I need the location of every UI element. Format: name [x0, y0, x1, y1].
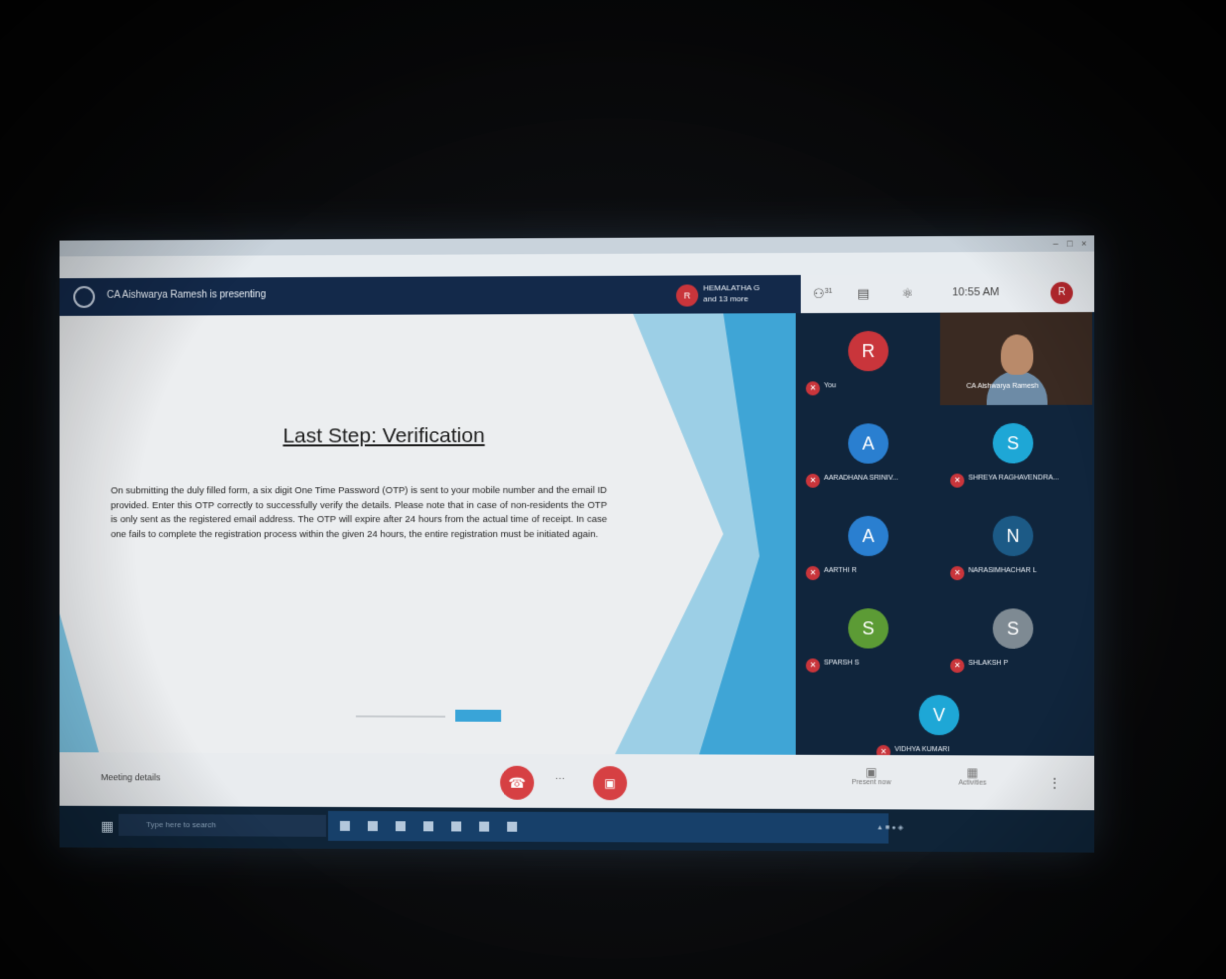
participant-tile[interactable]: R ✕ You [798, 317, 939, 406]
participant-name: AARTHI R [823, 567, 857, 575]
taskbar-apps [328, 810, 889, 844]
monitor-screen: – □ × CA Aishwarya Ramesh is presenting … [59, 235, 1095, 853]
participant-name: SPARSH S [823, 659, 860, 667]
raised-hand-text[interactable]: HEMALATHA G and 13 more [703, 282, 760, 304]
minimize-icon[interactable]: – [1049, 236, 1063, 252]
mic-off-icon: ✕ [950, 658, 965, 673]
presenter-status: CA Aishwarya Ramesh is presenting [106, 289, 266, 301]
participant-name: NARASIMHACHAR L [968, 567, 1037, 575]
meeting-controls: ⚇31 ▤ ⚛ 10:55 AM R [800, 273, 1095, 314]
raised-hand-name: HEMALATHA G [703, 283, 760, 293]
participant-name: SHREYA RAGHAVENDRA... [968, 474, 1059, 482]
present-now-button[interactable]: ▣ Present now [836, 765, 907, 786]
end-call-button[interactable]: ☎ [500, 765, 535, 800]
meeting-details-button[interactable]: Meeting details [101, 772, 161, 782]
participant-avatar: S [848, 608, 889, 649]
presentation-slide: Last Step: Verification On submitting th… [59, 313, 796, 755]
participant-name: CA Aishwarya Ramesh [966, 382, 1039, 391]
participant-avatar: V [918, 694, 960, 736]
windows-taskbar: ▦ Type here to search ▲ ■ ● ◈ [59, 805, 1095, 853]
video-person-head [1000, 334, 1034, 375]
mic-off-icon: ✕ [950, 473, 965, 488]
vertical-menu-icon[interactable]: ⋮ [1049, 776, 1061, 790]
clock: 10:55 AM [952, 286, 1000, 299]
participant-tile[interactable]: A ✕ AARADHANA SRINIV... [798, 409, 939, 498]
mic-off-icon: ✕ [950, 566, 965, 581]
taskbar-search[interactable]: Type here to search [118, 813, 327, 837]
participant-name: SHLAKSH P [968, 659, 1009, 667]
slide-footer-logo [455, 709, 502, 722]
participant-video-tile[interactable]: CA Aishwarya Ramesh [940, 312, 1093, 406]
activities-icon[interactable]: ⚛ [902, 286, 914, 302]
slide-title: Last Step: Verification [282, 424, 485, 448]
activities-label: Activities [958, 779, 987, 787]
participant-avatar: N [992, 515, 1034, 557]
app-icon[interactable] [507, 821, 518, 832]
participant-avatar: A [848, 515, 889, 557]
meeting-header: CA Aishwarya Ramesh is presenting R HEMA… [59, 274, 801, 316]
participant-name: AARADHANA SRINIV... [823, 474, 899, 482]
more-options-icon[interactable]: ⋯ [555, 774, 565, 785]
participant-tile[interactable]: S ✕ SHREYA RAGHAVENDRA... [942, 409, 1084, 498]
participant-avatar: A [848, 423, 889, 464]
maximize-icon[interactable]: □ [1063, 235, 1077, 251]
participant-name: You [823, 382, 836, 390]
folder-icon[interactable] [395, 821, 406, 832]
people-icon[interactable]: ⚇31 [813, 286, 833, 302]
participant-tile[interactable]: N ✕ NARASIMHACHAR L [942, 502, 1084, 591]
participant-name: VIDHYA KUMARI [894, 746, 950, 754]
participants-grid: R ✕ You CA Aishwarya Ramesh A ✕ AARADHAN… [795, 312, 1095, 760]
meeting-bottom-bar: Meeting details ☎ ⋯ ▣ ▣ Present now ▦ Ac… [59, 752, 1095, 811]
mic-off-icon: ✕ [805, 381, 820, 396]
chat-icon[interactable]: ▤ [857, 286, 869, 302]
user-avatar[interactable]: R [1050, 281, 1073, 305]
participant-tile[interactable]: S ✕ SPARSH S [798, 594, 939, 683]
slide-decoration [60, 613, 99, 752]
windows-start-icon[interactable]: ▦ [101, 818, 114, 835]
participant-tile[interactable]: A ✕ AARTHI R [798, 502, 939, 591]
participant-avatar: S [992, 423, 1034, 464]
present-now-label: Present now [851, 779, 891, 787]
participant-tile[interactable]: S ✕ SHLAKSH P [942, 594, 1084, 683]
system-tray[interactable]: ▲ ■ ● ◈ [876, 823, 903, 831]
chrome-icon[interactable] [451, 821, 462, 832]
mic-off-icon: ✕ [805, 473, 820, 488]
activities-button[interactable]: ▦ Activities [927, 765, 1018, 786]
slide-body-text: On submitting the duly filled form, a si… [110, 484, 608, 540]
mail-icon[interactable] [479, 821, 490, 832]
store-icon[interactable] [423, 821, 434, 832]
slide-footer-line [355, 715, 446, 718]
close-icon[interactable]: × [1077, 235, 1091, 251]
camera-off-button[interactable]: ▣ [592, 766, 628, 801]
present-icon: ▣ [865, 765, 878, 780]
raised-hand-avatar[interactable]: R [676, 284, 699, 307]
participant-avatar: S [992, 608, 1034, 649]
mic-off-icon: ✕ [805, 566, 820, 581]
task-view-icon[interactable] [339, 820, 350, 831]
edge-icon[interactable] [367, 821, 378, 832]
mic-off-icon: ✕ [805, 658, 820, 673]
participant-avatar: R [848, 330, 889, 372]
participant-count: 31 [824, 287, 833, 295]
raised-hand-more: and 13 more [703, 294, 749, 304]
grid-icon: ▦ [966, 765, 979, 780]
presenter-icon [73, 286, 95, 308]
